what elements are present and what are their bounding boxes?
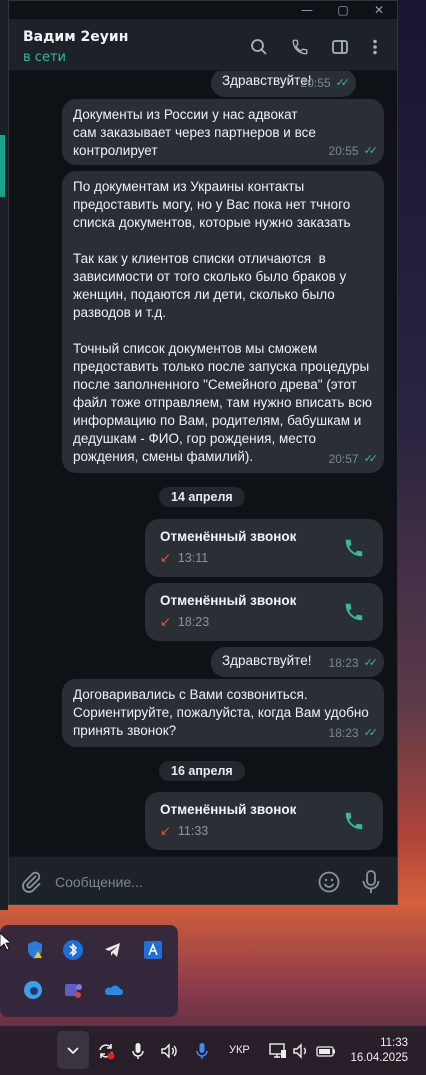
message-list[interactable]: Здравствуйте! 20:55 ✓✓ Документы из Росси… bbox=[9, 71, 397, 856]
message-time: 18:23 bbox=[328, 726, 359, 740]
telegram-icon[interactable] bbox=[102, 939, 124, 961]
date-separator: 16 апреля bbox=[159, 761, 245, 781]
phone-icon[interactable] bbox=[290, 37, 310, 57]
missed-call-arrow-icon: ↙ bbox=[160, 614, 171, 629]
message-text: Здравствуйте! bbox=[222, 73, 312, 88]
message-bubble[interactable]: Здравствуйте! 18:23 ✓✓ bbox=[211, 647, 384, 677]
message-time: 20:55 bbox=[300, 76, 331, 90]
message-meta: 20:55 ✓✓ bbox=[328, 142, 379, 160]
close-button[interactable]: ✕ bbox=[361, 1, 397, 19]
call-title: Отменённый звонок bbox=[160, 593, 297, 608]
battery-icon[interactable] bbox=[316, 1041, 336, 1061]
edge-update-icon[interactable] bbox=[22, 979, 44, 1001]
sync-icon[interactable] bbox=[96, 1041, 116, 1061]
paperclip-icon[interactable] bbox=[19, 870, 43, 894]
message-bubble[interactable]: По документам из Украины контакты предос… bbox=[62, 171, 384, 473]
read-checks-icon: ✓✓ bbox=[363, 727, 379, 739]
message-time: 20:57 bbox=[328, 452, 359, 466]
message-time: 18:23 bbox=[328, 656, 359, 670]
clock-date: 16.04.2025 bbox=[350, 1052, 408, 1064]
messenger-window: — ▢ ✕ Вадим 2еуин в сети Здравствуйте! 2… bbox=[8, 0, 398, 905]
display-icon[interactable] bbox=[268, 1041, 288, 1061]
maximize-button[interactable]: ▢ bbox=[325, 1, 361, 19]
background-window-accent bbox=[0, 135, 5, 197]
contact-name[interactable]: Вадим 2еуин bbox=[23, 29, 128, 45]
contact-status: в сети bbox=[23, 50, 66, 65]
message-text: Документы из России у нас адвокат сам за… bbox=[73, 107, 320, 158]
teams-icon[interactable] bbox=[62, 979, 84, 1001]
read-checks-icon: ✓✓ bbox=[335, 77, 351, 89]
call-back-icon[interactable] bbox=[343, 601, 365, 623]
speaker-icon[interactable] bbox=[291, 1041, 311, 1061]
call-title: Отменённый звонок bbox=[160, 529, 297, 544]
bluetooth-icon[interactable] bbox=[62, 939, 84, 961]
read-checks-icon: ✓✓ bbox=[363, 145, 379, 157]
emoji-icon[interactable] bbox=[317, 870, 341, 894]
message-text: Здравствуйте! bbox=[222, 653, 312, 668]
call-time: 18:23 bbox=[177, 615, 210, 629]
message-meta: 20:55 ✓✓ bbox=[300, 74, 351, 92]
missed-call-arrow-icon: ↙ bbox=[160, 823, 171, 838]
microphone-active-icon[interactable] bbox=[192, 1041, 212, 1061]
date-separator: 14 апреля bbox=[159, 487, 245, 507]
message-meta: 18:23 ✓✓ bbox=[328, 724, 379, 742]
call-meta: ↙ 13:11 bbox=[160, 550, 208, 566]
taskbar: УКР 11:33 16.04.2025 bbox=[0, 1025, 426, 1075]
message-time: 20:55 bbox=[328, 144, 359, 158]
microphone-tray-icon[interactable] bbox=[128, 1041, 148, 1061]
background-window-edge bbox=[0, 0, 8, 910]
security-warning-icon[interactable] bbox=[24, 939, 46, 961]
microphone-icon[interactable] bbox=[359, 869, 383, 895]
window-controls: — ▢ ✕ bbox=[289, 1, 397, 19]
call-back-icon[interactable] bbox=[343, 810, 365, 832]
search-icon[interactable] bbox=[249, 37, 269, 57]
call-message[interactable]: Отменённый звонок ↙ 18:23 bbox=[145, 583, 383, 641]
message-meta: 20:57 ✓✓ bbox=[328, 450, 379, 468]
show-hidden-icons-button[interactable] bbox=[57, 1031, 89, 1069]
call-meta: ↙ 11:33 bbox=[160, 823, 208, 839]
chat-header[interactable]: Вадим 2еуин в сети bbox=[9, 19, 397, 71]
sidebar-icon[interactable] bbox=[330, 37, 350, 57]
mouse-cursor-icon bbox=[0, 932, 13, 951]
volume-icon[interactable] bbox=[159, 1041, 179, 1061]
message-input[interactable] bbox=[55, 867, 305, 897]
message-bubble[interactable]: Договаривались с Вами созвониться. Сорие… bbox=[62, 679, 384, 747]
minimize-button[interactable]: — bbox=[289, 1, 325, 19]
onedrive-icon[interactable] bbox=[102, 979, 124, 1001]
system-tray-overflow bbox=[0, 925, 178, 1017]
message-composer bbox=[9, 856, 397, 904]
call-time: 11:33 bbox=[177, 824, 209, 838]
more-icon[interactable] bbox=[365, 37, 385, 57]
keyboard-app-icon[interactable] bbox=[142, 939, 164, 961]
read-checks-icon: ✓✓ bbox=[363, 657, 379, 669]
call-message[interactable]: Отменённый звонок ↙ 13:11 bbox=[145, 519, 383, 577]
read-checks-icon: ✓✓ bbox=[363, 453, 379, 465]
call-back-icon[interactable] bbox=[343, 537, 365, 559]
call-message[interactable]: Отменённый звонок ↙ 11:33 bbox=[145, 792, 383, 850]
missed-call-arrow-icon: ↙ bbox=[160, 550, 171, 565]
message-meta: 18:23 ✓✓ bbox=[328, 654, 379, 672]
clock-time: 11:33 bbox=[380, 1037, 408, 1049]
message-bubble[interactable]: Документы из России у нас адвокат сам за… bbox=[62, 99, 384, 165]
language-indicator[interactable]: УКР bbox=[229, 1044, 250, 1056]
call-time: 13:11 bbox=[177, 551, 209, 565]
clock[interactable]: 11:33 16.04.2025 bbox=[350, 1036, 408, 1066]
call-meta: ↙ 18:23 bbox=[160, 614, 209, 630]
call-title: Отменённый звонок bbox=[160, 802, 297, 817]
message-bubble[interactable]: Здравствуйте! 20:55 ✓✓ bbox=[211, 71, 356, 97]
message-text: По документам из Украины контакты предос… bbox=[73, 179, 373, 464]
